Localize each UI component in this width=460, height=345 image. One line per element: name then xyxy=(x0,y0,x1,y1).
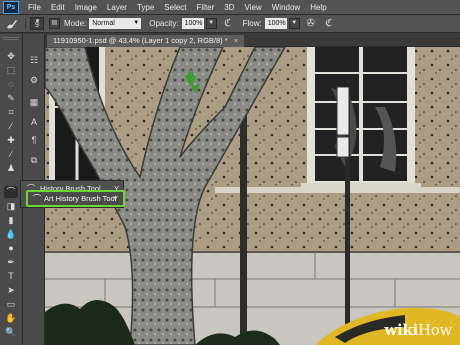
quick-select-tool-icon[interactable]: ✎ xyxy=(4,92,18,104)
mode-label: Mode: xyxy=(64,19,87,28)
pressure-opacity-icon[interactable]: ℭ xyxy=(221,17,235,31)
shape-tool-icon[interactable]: ▭ xyxy=(4,298,18,310)
close-icon[interactable]: × xyxy=(234,36,238,45)
blur-tool-icon[interactable]: 💧 xyxy=(4,228,18,240)
menu-view[interactable]: View xyxy=(240,0,267,15)
history-brush-tool-icon[interactable]: ⌒ xyxy=(4,186,18,198)
chevron-down-icon: ▼ xyxy=(208,20,215,26)
flow-dropdown[interactable]: ▼ xyxy=(288,18,300,29)
crop-tool-icon[interactable]: ⌗ xyxy=(4,106,18,118)
wikihow-watermark: wikiHow xyxy=(384,321,452,339)
menu-select[interactable]: Select xyxy=(159,0,191,15)
path-selection-tool-icon[interactable]: ➤ xyxy=(4,284,18,296)
hand-tool-icon[interactable]: ✋ xyxy=(4,312,18,324)
panel-grip[interactable] xyxy=(3,37,19,40)
document-tab[interactable]: 11910950-1.psd @ 43.4% (Layer 1 copy 2, … xyxy=(47,35,245,47)
airbrush-icon[interactable]: ✇ xyxy=(304,17,318,31)
flow-label: Flow: xyxy=(242,19,262,28)
paragraph-panel-icon[interactable]: ¶ xyxy=(28,134,40,146)
menu-3d[interactable]: 3D xyxy=(219,0,239,15)
watermark-light: How xyxy=(417,321,452,339)
history-brush-icon xyxy=(7,19,17,28)
clone-stamp-tool-icon[interactable]: ♟ xyxy=(4,162,18,174)
character-panel-icon[interactable]: A xyxy=(28,116,40,128)
brush-panel-icon[interactable]: ▦ xyxy=(28,96,40,108)
document-tab-bar: 11910950-1.psd @ 43.4% (Layer 1 copy 2, … xyxy=(45,34,460,47)
eyedropper-tool-icon[interactable]: ⁄ xyxy=(4,120,18,132)
flow-field[interactable]: 100% xyxy=(264,18,287,29)
menu-bar: Ps File Edit Image Layer Type Select Fil… xyxy=(0,0,460,15)
art-history-brush-icon: ⌒ xyxy=(33,194,41,203)
menu-layer[interactable]: Layer xyxy=(102,0,132,15)
marquee-tool-icon[interactable]: ⬚ xyxy=(4,64,18,76)
tool-preset-picker[interactable] xyxy=(3,17,21,31)
menu-edit[interactable]: Edit xyxy=(46,0,70,15)
photoshop-logo: Ps xyxy=(3,0,19,14)
eraser-tool-icon[interactable]: ◨ xyxy=(4,200,18,212)
mode-select[interactable]: Normal ▼ xyxy=(89,18,142,29)
healing-brush-tool-icon[interactable]: ✚ xyxy=(4,134,18,146)
menu-help[interactable]: Help xyxy=(305,0,331,15)
menu-image[interactable]: Image xyxy=(70,0,102,15)
flyout-item-shortcut: Y xyxy=(112,194,118,203)
chevron-down-icon: ▼ xyxy=(133,20,140,26)
lasso-tool-icon[interactable]: ◌ xyxy=(4,78,18,90)
gradient-tool-icon[interactable]: ▮ xyxy=(4,214,18,226)
separator xyxy=(25,17,26,30)
brush-panel-toggle[interactable]: ▤ xyxy=(49,18,60,29)
menu-type[interactable]: Type xyxy=(132,0,159,15)
history-panel-icon[interactable]: ☷ xyxy=(28,54,40,66)
menu-file[interactable]: File xyxy=(23,0,46,15)
flyout-item-art-history-brush[interactable]: ⌒ Art History Brush Tool Y xyxy=(26,190,125,207)
opacity-value: 100% xyxy=(184,20,203,27)
brush-preset-picker[interactable]: 9 xyxy=(30,17,44,30)
flow-value: 100% xyxy=(267,20,286,27)
menu-filter[interactable]: Filter xyxy=(192,0,220,15)
opacity-field[interactable]: 100% xyxy=(181,18,204,29)
brush-panel-icon: ▤ xyxy=(51,20,58,26)
pen-tool-icon[interactable]: ✒ xyxy=(4,256,18,268)
pressure-size-icon[interactable]: ℭ xyxy=(322,17,336,31)
flyout-item-label: Art History Brush Tool xyxy=(44,194,117,203)
zoom-tool-icon[interactable]: 🔍 xyxy=(4,326,18,338)
properties-panel-icon[interactable]: ⚙ xyxy=(28,74,40,86)
mode-value: Normal xyxy=(92,20,115,27)
options-bar: 9 ▤ Mode: Normal ▼ Opacity: 100% ▼ ℭ Flo… xyxy=(0,15,460,33)
move-tool-icon[interactable]: ✥ xyxy=(4,50,18,62)
layer-comps-icon[interactable]: ⧉ xyxy=(28,154,40,166)
dodge-tool-icon[interactable]: ● xyxy=(4,242,18,254)
watermark-bold: wiki xyxy=(384,321,418,339)
opacity-label: Opacity: xyxy=(149,19,179,28)
brush-tool-icon[interactable]: ∕ xyxy=(4,148,18,160)
type-tool-icon[interactable]: T xyxy=(4,270,18,282)
brush-size-value: 9 xyxy=(35,22,39,29)
menu-window[interactable]: Window xyxy=(267,0,305,15)
document-title: 11910950-1.psd @ 43.4% (Layer 1 copy 2, … xyxy=(53,36,228,45)
opacity-dropdown[interactable]: ▼ xyxy=(205,18,217,29)
chevron-down-icon: ▼ xyxy=(291,20,298,26)
